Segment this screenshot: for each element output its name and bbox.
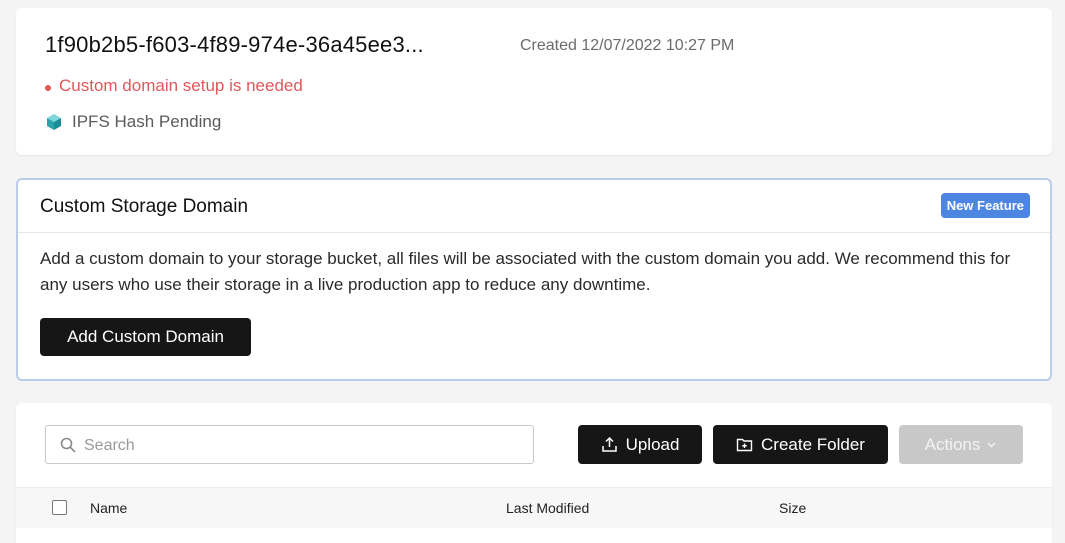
ipfs-status: IPFS Hash Pending [45, 112, 221, 132]
bucket-title: 1f90b2b5-f603-4f89-974e-36a45ee3... [45, 32, 424, 57]
column-header-last-modified[interactable]: Last Modified [506, 500, 589, 516]
custom-domain-header: Custom Storage Domain New Feature [18, 180, 1050, 233]
column-header-name[interactable]: Name [90, 500, 127, 516]
chevron-down-icon [987, 442, 996, 448]
search-icon [60, 437, 76, 453]
new-feature-badge: New Feature [940, 193, 1030, 218]
domain-warning-text: Custom domain setup is needed [59, 76, 303, 95]
actions-button[interactable]: Actions [899, 425, 1023, 464]
column-header-size[interactable]: Size [779, 500, 806, 516]
folder-plus-icon [736, 438, 753, 452]
create-folder-button[interactable]: Create Folder [713, 425, 888, 464]
custom-domain-title: Custom Storage Domain [40, 196, 249, 217]
actions-label: Actions [924, 434, 981, 454]
table-header: Name Last Modified Size [16, 487, 1052, 528]
ipfs-status-text: IPFS Hash Pending [72, 112, 222, 131]
warning-dot-icon [45, 84, 51, 91]
created-date: Created 12/07/2022 10:27 PM [520, 37, 735, 54]
domain-warning: Custom domain setup is needed [45, 76, 303, 96]
add-custom-domain-button[interactable]: Add Custom Domain [40, 318, 251, 356]
upload-label: Upload [625, 434, 680, 454]
upload-icon [601, 436, 617, 452]
select-all-checkbox[interactable] [52, 500, 67, 515]
upload-button[interactable]: Upload [578, 425, 702, 464]
bucket-info-card: 1f90b2b5-f603-4f89-974e-36a45ee3... Crea… [16, 8, 1052, 155]
file-browser: Upload Create Folder Actions Name Last M… [16, 403, 1052, 543]
cube-icon [47, 114, 61, 130]
custom-domain-description: Add a custom domain to your storage buck… [40, 249, 1011, 294]
custom-domain-card: Custom Storage Domain New Feature Add a … [16, 178, 1052, 381]
create-folder-label: Create Folder [761, 434, 865, 454]
search-input[interactable] [82, 426, 526, 465]
search-box[interactable] [45, 425, 534, 465]
